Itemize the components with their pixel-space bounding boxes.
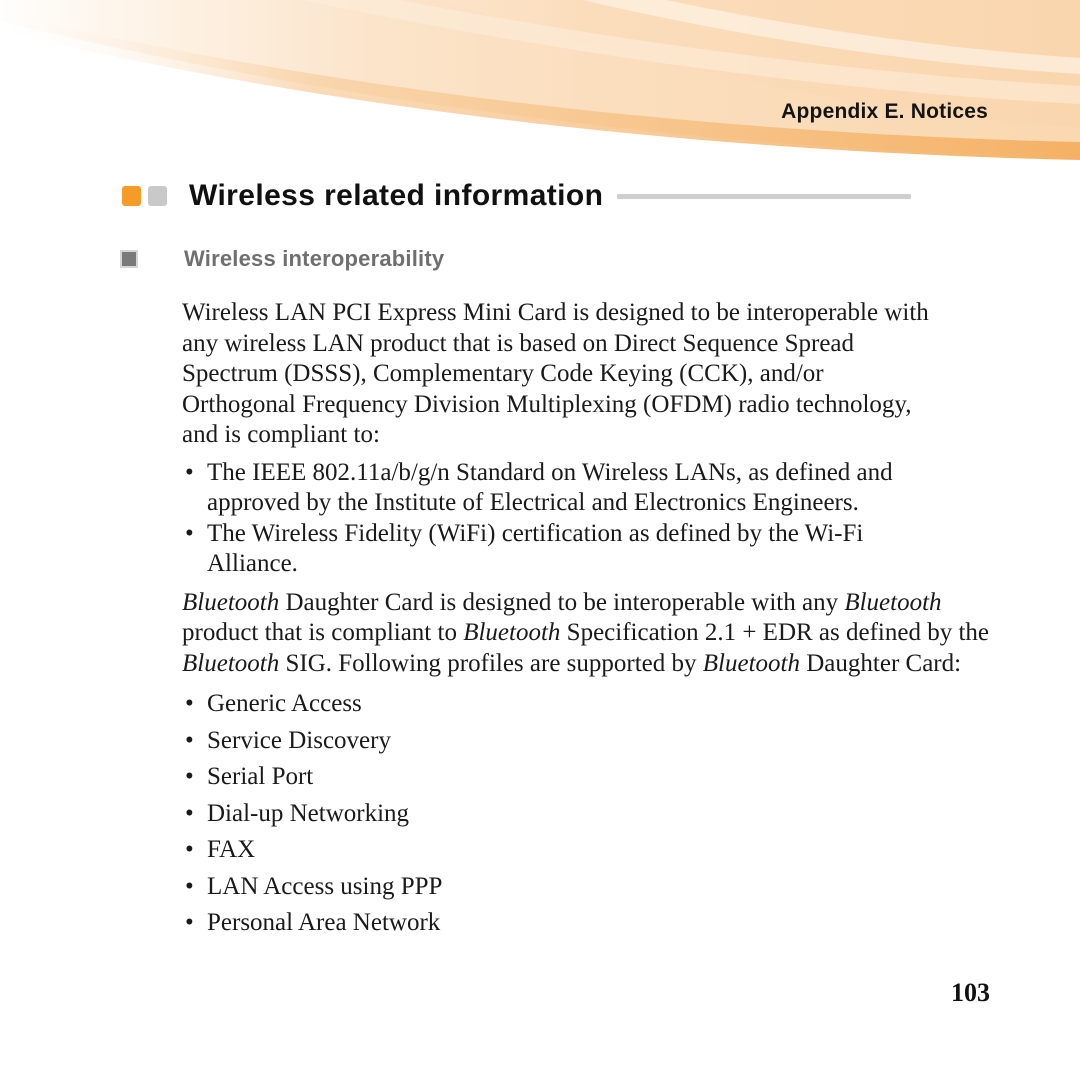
- emphasis-bluetooth: Bluetooth: [182, 588, 280, 616]
- document-page: Appendix E. Notices Wireless related inf…: [0, 0, 1080, 1080]
- list-item-label: Personal Area Network: [207, 909, 441, 936]
- paragraph-line: Spectrum (DSSS), Complementary Code Keyi…: [182, 360, 824, 387]
- page-title: Wireless related information: [189, 179, 604, 212]
- list-item: • Personal Area Network: [182, 905, 994, 942]
- bullet-icon: •: [185, 519, 194, 547]
- gray-square-icon: [148, 186, 167, 206]
- bullet-icon: •: [185, 726, 194, 754]
- paragraph-line: Bluetooth Daughter Card is designed to b…: [182, 588, 994, 619]
- list-item: • Dial-up Networking: [182, 796, 994, 833]
- bullet-icon: •: [185, 799, 194, 827]
- list-item: • FAX: [182, 832, 994, 869]
- bullet-icon: •: [185, 836, 194, 863]
- standards-list: • The IEEE 802.11a/b/g/n Standard on Wir…: [182, 458, 994, 580]
- list-item-line: The IEEE 802.11a/b/g/n Standard on Wirel…: [207, 458, 893, 486]
- emphasis-bluetooth: Bluetooth: [844, 588, 942, 616]
- emphasis-bluetooth: Bluetooth: [182, 649, 280, 677]
- list-item: • The IEEE 802.11a/b/g/n Standard on Wir…: [182, 458, 994, 519]
- emphasis-bluetooth: Bluetooth: [702, 649, 800, 677]
- bluetooth-paragraph: Bluetooth Daughter Card is designed to b…: [182, 588, 994, 680]
- section-heading: Wireless interoperability: [184, 246, 445, 271]
- list-item: • Generic Access: [182, 686, 994, 723]
- paragraph-line: Wireless LAN PCI Express Mini Card is de…: [182, 299, 929, 326]
- list-item: • Service Discovery: [182, 723, 994, 760]
- intro-paragraph: Wireless LAN PCI Express Mini Card is de…: [182, 298, 994, 451]
- paragraph-text: Daughter Card is designed to be interope…: [279, 588, 845, 616]
- list-item-line: The Wireless Fidelity (WiFi) certificati…: [207, 519, 864, 547]
- section-heading-row: Wireless interoperability: [120, 246, 445, 272]
- bullet-icon: •: [185, 763, 194, 790]
- bullet-icon: •: [185, 872, 194, 900]
- list-item-label: FAX: [207, 836, 256, 863]
- emphasis-bluetooth: Bluetooth: [463, 619, 561, 646]
- list-item-label: Service Discovery: [207, 726, 391, 754]
- bullet-icon: •: [185, 909, 194, 936]
- bullet-icon: •: [185, 458, 194, 486]
- paragraph-line: Bluetooth SIG. Following profiles are su…: [182, 649, 994, 680]
- page-number: 103: [951, 978, 990, 1007]
- header-decoration: [0, 0, 1080, 170]
- paragraph-text: SIG. Following profiles are supported by: [279, 649, 703, 677]
- list-item-label: LAN Access using PPP: [207, 872, 443, 900]
- orange-square-icon: [122, 186, 141, 206]
- list-item-label: Dial-up Networking: [207, 799, 410, 827]
- paragraph-text: Specification 2.1 + EDR as defined by th…: [560, 619, 989, 646]
- list-item: • Serial Port: [182, 759, 994, 796]
- running-head: Appendix E. Notices: [781, 100, 988, 123]
- bullet-icon: •: [185, 690, 194, 717]
- list-item: • The Wireless Fidelity (WiFi) certifica…: [182, 519, 994, 580]
- paragraph-text: Daughter Card:: [800, 649, 962, 677]
- list-item-line: Alliance.: [207, 550, 298, 577]
- page-body: Wireless LAN PCI Express Mini Card is de…: [182, 298, 994, 942]
- paragraph-line: Orthogonal Frequency Division Multiplexi…: [182, 390, 912, 418]
- paragraph-text: product that is compliant to: [182, 619, 464, 646]
- list-item-label: Serial Port: [207, 763, 314, 790]
- section-square-bullet-icon: [120, 250, 138, 268]
- page-title-row: Wireless related information: [122, 176, 1002, 216]
- paragraph-line: any wireless LAN product that is based o…: [182, 329, 855, 357]
- list-item: • LAN Access using PPP: [182, 869, 994, 906]
- title-rule-divider: [617, 193, 912, 199]
- list-item-label: Generic Access: [207, 690, 362, 717]
- profiles-list: • Generic Access • Service Discovery • S…: [182, 686, 994, 942]
- paragraph-line: product that is compliant to Bluetooth S…: [182, 618, 994, 649]
- list-item-line: approved by the Institute of Electrical …: [207, 489, 859, 516]
- paragraph-line: and is compliant to:: [182, 421, 380, 448]
